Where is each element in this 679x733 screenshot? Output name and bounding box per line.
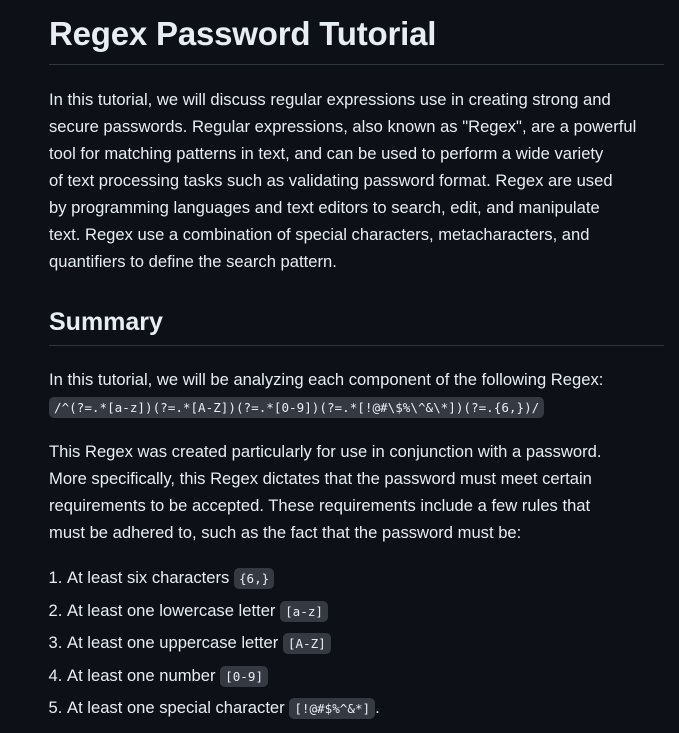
- regex-code: /^(?=.*[a-z])(?=.*[A-Z])(?=.*[0-9])(?=.*…: [49, 397, 545, 418]
- list-item: At least one lowercase letter [a-z]: [67, 595, 664, 628]
- summary-lead-text: In this tutorial, we will be analyzing e…: [49, 370, 604, 389]
- rule-code: [A-Z]: [282, 633, 331, 654]
- summary-lead: In this tutorial, we will be analyzing e…: [49, 366, 664, 421]
- rule-code: [!@#$%^&*]: [289, 698, 376, 719]
- intro-line: of text processing tasks such as validat…: [49, 171, 613, 190]
- intro-line: text. Regex use a combination of special…: [49, 225, 590, 244]
- requirements-list: At least six characters {6,} At least on…: [49, 562, 664, 725]
- page-title: Regex Password Tutorial: [49, 0, 664, 65]
- summary-heading: Summary: [49, 305, 664, 346]
- list-item: At least six characters {6,}: [67, 562, 664, 595]
- intro-line: In this tutorial, we will discuss regula…: [49, 90, 611, 109]
- description-line: This Regex was created particularly for …: [49, 442, 602, 461]
- rule-code: [0-9]: [220, 665, 269, 687]
- list-item: At least one uppercase letter [A-Z]: [67, 627, 664, 660]
- list-item: At least one number [0-9]: [67, 660, 664, 693]
- rule-code: [a-z]: [280, 600, 328, 622]
- description-line: More specifically, this Regex dictates t…: [49, 469, 592, 488]
- intro-line: secure passwords. Regular expressions, a…: [49, 117, 637, 136]
- intro-line: by programming languages and text editor…: [49, 198, 600, 217]
- markdown-body: Regex Password Tutorial In this tutorial…: [49, 0, 664, 725]
- rule-code: {6,}: [233, 568, 275, 589]
- description-line: requirements to be accepted. These requi…: [49, 496, 591, 515]
- list-item: At least one special character [!@#$%^&*…: [67, 692, 664, 725]
- description-line: must be adhered to, such as the fact tha…: [49, 523, 522, 542]
- intro-line: quantifiers to define the search pattern…: [49, 252, 337, 271]
- intro-line: tool for matching patterns in text, and …: [49, 144, 604, 163]
- summary-description: This Regex was created particularly for …: [49, 438, 664, 546]
- intro-paragraph: In this tutorial, we will discuss regula…: [49, 86, 664, 275]
